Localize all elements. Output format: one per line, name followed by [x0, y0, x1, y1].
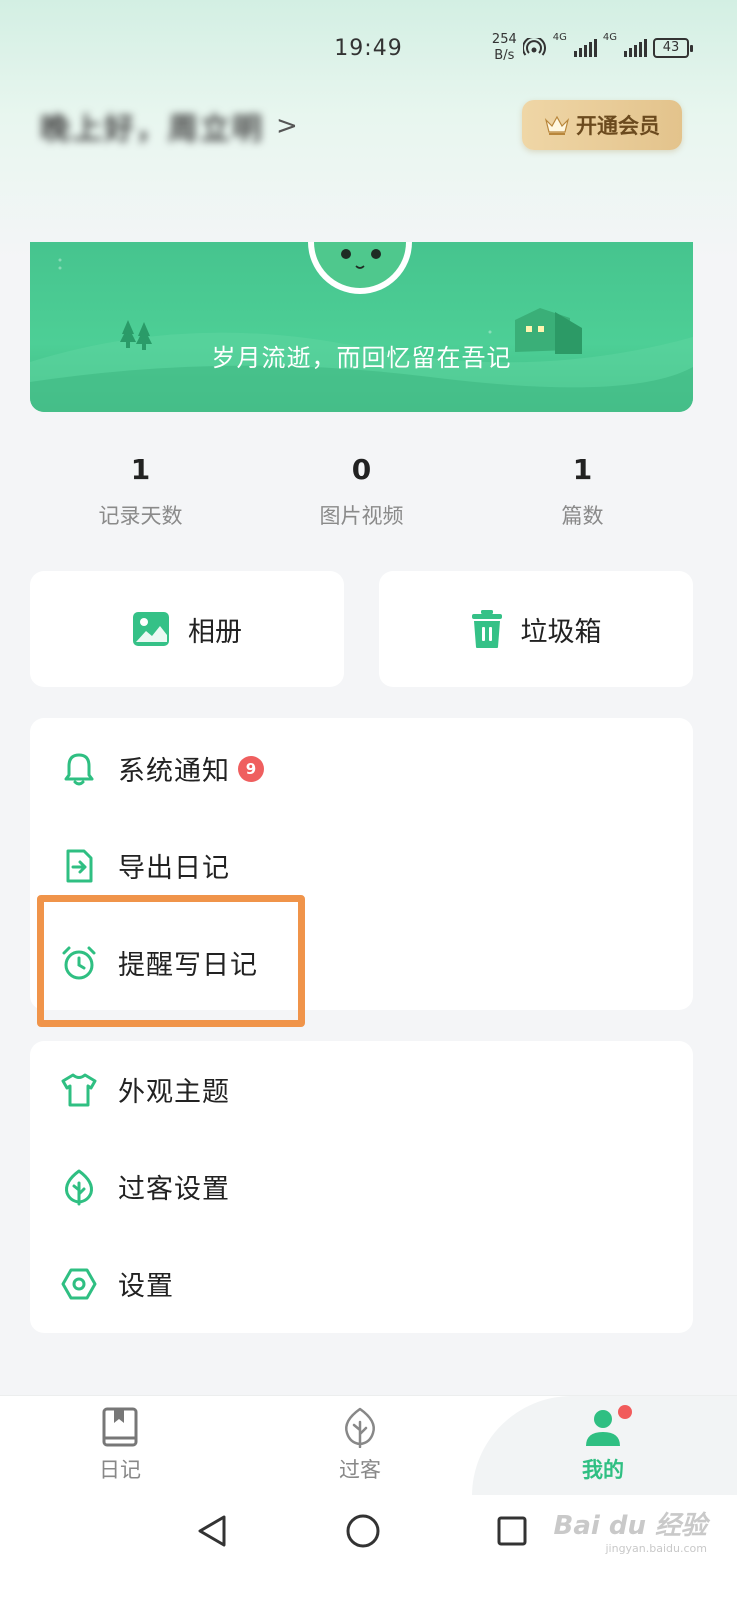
profile-banner: 岁月流逝，而回忆留在吾记: [30, 242, 693, 412]
leaf-icon: [65, 1169, 93, 1205]
status-icons: 254 B/s 4G 4G 43: [491, 32, 693, 64]
tshirt-icon: [61, 1073, 97, 1106]
menu-label: 设置: [118, 1271, 174, 1302]
stat-record-days[interactable]: 1 记录天数: [30, 450, 251, 540]
menu-group-secondary: 外观主题 过客设置 设置: [30, 1041, 693, 1333]
menu-label: 外观主题: [118, 1077, 230, 1108]
leaf-icon: [345, 1407, 375, 1448]
stat-media[interactable]: 0 图片视频: [251, 450, 472, 540]
album-label: 相册: [188, 616, 242, 648]
menu-label: 导出日记: [118, 853, 230, 884]
tab-visitor[interactable]: 过客: [290, 1406, 430, 1484]
export-icon: [66, 849, 93, 882]
image-icon: [133, 612, 169, 646]
menu-label: 系统通知: [118, 756, 230, 787]
trash-icon: [471, 610, 502, 648]
menu-item-settings[interactable]: 设置: [30, 1235, 693, 1332]
diary-book-icon: [102, 1407, 138, 1447]
banner-illustration: [30, 242, 693, 412]
hotspot-icon: [522, 38, 546, 56]
stat-label: 记录天数: [98, 504, 183, 528]
network-speed: 254 B/s: [491, 32, 517, 63]
status-bar: 19:49 254 B/s 4G 4G 43: [0, 28, 737, 72]
stat-label: 图片视频: [319, 504, 404, 528]
menu-item-theme[interactable]: 外观主题: [30, 1041, 693, 1138]
hexagon-settings-icon: [61, 1268, 97, 1299]
stat-value: 1: [572, 453, 593, 486]
trash-button[interactable]: 垃圾箱: [379, 571, 693, 687]
vip-button-label: 开通会员: [576, 114, 660, 138]
signal-strength-icon: [573, 39, 597, 57]
tab-diary[interactable]: 日记: [50, 1406, 190, 1484]
album-button[interactable]: 相册: [30, 571, 344, 687]
menu-item-notifications[interactable]: 系统通知 9: [30, 720, 693, 817]
sim2-label: 4G: [602, 32, 617, 43]
stat-value: 0: [351, 453, 372, 486]
bell-icon: [64, 753, 94, 785]
notification-badge: 9: [238, 755, 264, 782]
vip-membership-button[interactable]: 开通会员: [522, 100, 682, 150]
menu-label: 过客设置: [118, 1174, 230, 1205]
tab-label: 过客: [339, 1458, 381, 1482]
signal-strength-icon: [624, 39, 647, 57]
trash-label: 垃圾箱: [520, 616, 602, 648]
stat-label: 篇数: [561, 504, 604, 528]
watermark-brand: Bai du 经验: [553, 1511, 708, 1541]
chevron-right-icon: >: [276, 111, 298, 141]
tab-mine[interactable]: 我的: [533, 1406, 673, 1484]
watermark-url: jingyan.baidu.com: [605, 1542, 707, 1555]
stat-value: 1: [130, 453, 151, 486]
banner-slogan: 岁月流逝，而回忆留在吾记: [211, 344, 512, 372]
tab-label: 日记: [99, 1458, 141, 1482]
stats-row: 1 记录天数 0 图片视频 1 篇数: [30, 450, 693, 540]
avatar[interactable]: [308, 242, 412, 294]
tab-label: 我的: [582, 1458, 624, 1482]
new-indicator-dot: [618, 1405, 632, 1419]
back-icon[interactable]: [196, 1513, 230, 1549]
highlight-annotation-box: [37, 895, 305, 1027]
battery-icon: 43: [653, 38, 693, 58]
profile-greeting[interactable]: 晚上好，周立明 >: [40, 106, 298, 147]
sim1-label: 4G: [552, 32, 567, 43]
stat-entries[interactable]: 1 篇数: [472, 450, 693, 540]
menu-item-visitor-settings[interactable]: 过客设置: [30, 1138, 693, 1235]
recent-apps-icon[interactable]: [496, 1513, 528, 1549]
crown-icon: [544, 115, 570, 135]
bottom-navigation: 日记 过客 我的: [0, 1395, 737, 1496]
home-icon[interactable]: [345, 1513, 381, 1549]
person-icon: [586, 1410, 620, 1446]
greeting-text: 晚上好，周立明: [40, 112, 264, 147]
watermark: Bai du 经验 jingyan.baidu.com: [554, 1505, 708, 1555]
